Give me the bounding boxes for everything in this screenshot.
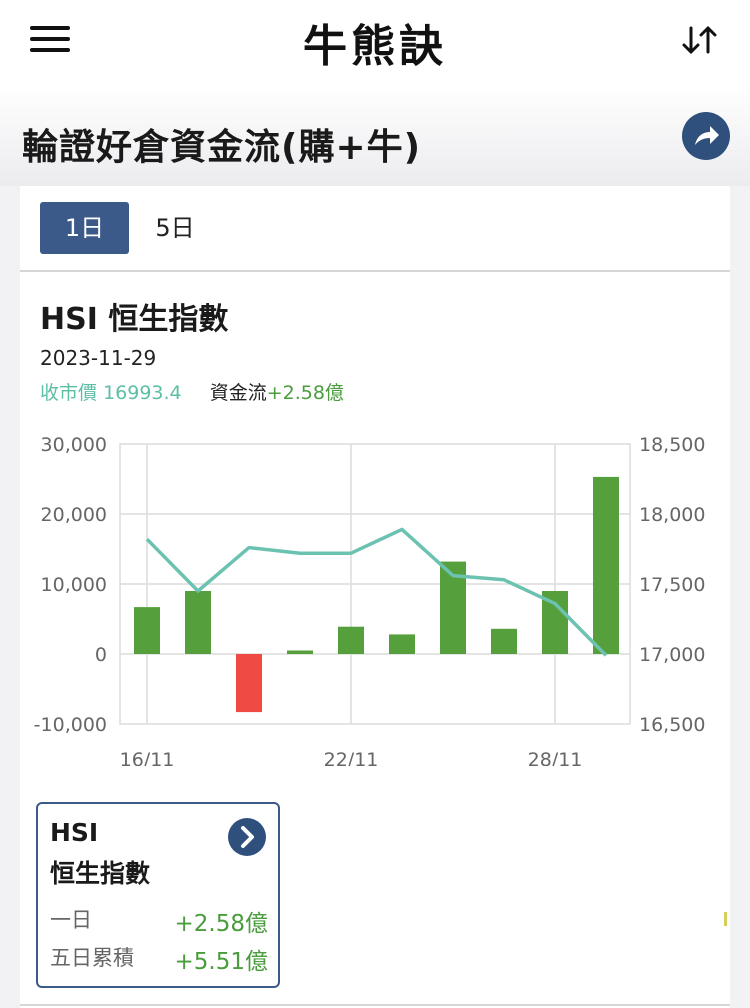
sort-arrows-icon[interactable] [678,20,722,60]
right-axis-tick-label: 18,000 [639,504,705,526]
fund-flow-bar [491,628,517,654]
summary-row-five-day: 五日累積 +5.51億 [50,942,268,975]
tab-5-day[interactable]: 5日 [132,202,218,254]
index-name: HSI 恒生指數 [40,302,229,337]
left-axis-tick-label: -10,000 [34,714,107,736]
period-tabs: 1日 5日 [20,186,730,272]
x-axis-tick-label: 16/11 [120,749,175,766]
top-bar: 牛熊訣 [0,0,750,84]
close-price-value: 16993.4 [103,382,182,404]
right-axis-tick-label: 17,000 [639,644,705,666]
x-axis-tick-label: 22/11 [324,749,379,766]
close-and-flow-row: 收市價 16993.4 資金流+2.58億 [40,378,344,405]
page-title: 輪證好倉資金流(購+牛) [22,127,422,168]
left-axis-tick-label: 10,000 [41,574,107,596]
summary-row-label: 一日 [50,908,92,932]
summary-row-one-day: 一日 +2.58億 [50,904,268,937]
summary-detail-button[interactable] [228,818,266,856]
left-axis-tick-label: 0 [95,644,107,666]
fund-flow-bar [185,591,211,654]
trade-date: 2023-11-29 [40,346,157,370]
card-bottom-divider [20,1004,730,1006]
summary-row-value: +2.58億 [174,911,268,937]
share-button[interactable] [682,112,730,160]
page-header: 輪證好倉資金流(購+牛) [0,84,750,186]
share-arrow-icon [695,126,719,145]
fund-flow-card: 1日 5日 HSI 恒生指數 2023-11-29 收市價 16993.4 資金… [20,186,730,1008]
left-axis-tick-label: 30,000 [41,434,107,456]
fund-flow-bar [134,607,160,654]
summary-row-label: 五日累積 [50,946,134,970]
fund-flow-value: +2.58億 [266,382,344,404]
summary-index-name: 恒生指數 [50,859,151,888]
fund-flow-bar [287,650,313,654]
fund-flow-chart: 30,000 18,500 20,000 18,000 10,000 17,500 0 17,… [34,434,706,766]
next-card-edge [724,912,727,926]
fund-flow-bar [389,634,415,654]
fund-flow-bar [338,626,364,654]
app-title: 牛熊訣 [303,21,447,72]
x-axis-tick-label: 28/11 [528,749,583,766]
chevron-right-icon [241,826,254,848]
summary-index-code: HSI [50,818,99,847]
fund-flow-bar [236,654,262,713]
index-close-line [145,527,608,657]
fund-flow-label: 資金流 [209,382,267,404]
close-price-label: 收市價 [40,382,98,404]
fund-flow-bar [593,476,619,654]
right-axis-tick-label: 17,500 [639,574,705,596]
right-axis-tick-label: 16,500 [639,714,705,736]
index-summary-box[interactable]: HSI 恒生指數 一日 +2.58億 五日累積 +5.51億 [36,802,280,988]
summary-row-value: +5.51億 [174,949,268,975]
left-axis-tick-label: 20,000 [41,504,107,526]
right-axis-tick-label: 18,500 [639,434,705,456]
tab-1-day[interactable]: 1日 [40,202,129,254]
